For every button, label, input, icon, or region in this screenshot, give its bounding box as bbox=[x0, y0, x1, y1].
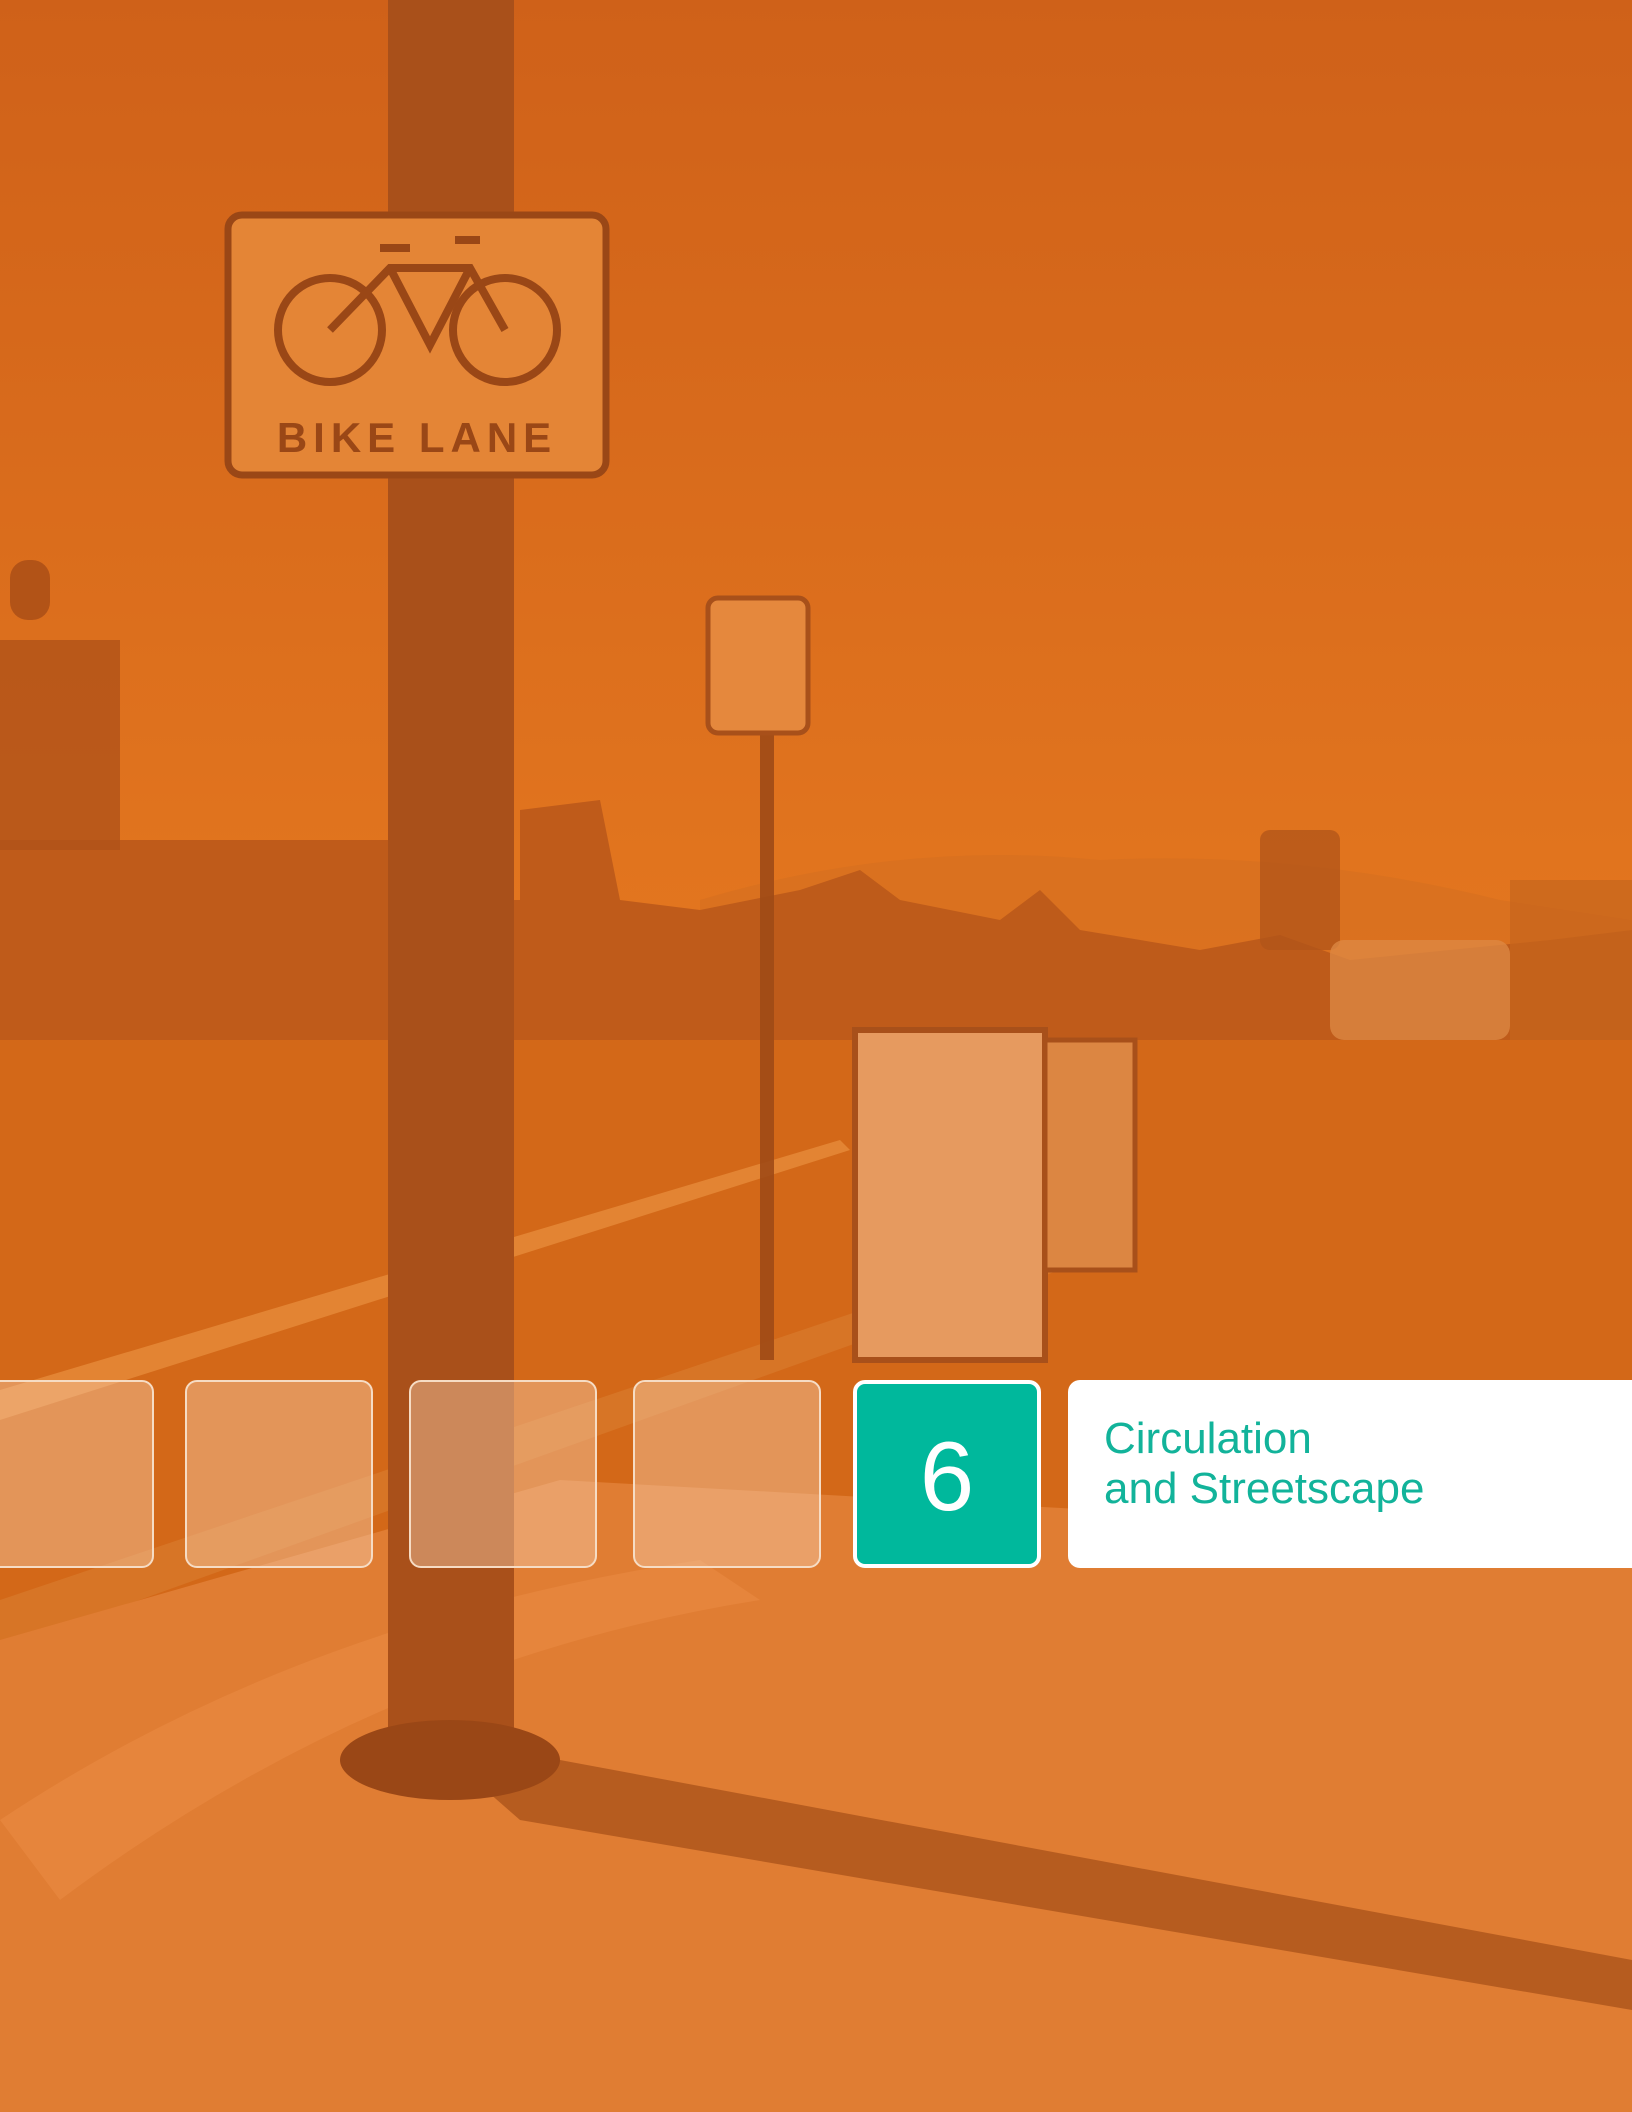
bike-lane-sign-text: BIKE LANE bbox=[277, 414, 557, 461]
chapter-tab-placeholder bbox=[185, 1380, 373, 1568]
chapter-title-line-2: and Streetscape bbox=[1104, 1464, 1425, 1513]
background-photo: BIKE LANE bbox=[0, 0, 1632, 2112]
chapter-number-tab: 6 bbox=[853, 1380, 1041, 1568]
chapter-title-box: Circulation and Streetscape bbox=[1068, 1380, 1632, 1568]
bus-shape bbox=[1330, 940, 1510, 1040]
chapter-number: 6 bbox=[919, 1421, 975, 1531]
chapter-tab-placeholder bbox=[409, 1380, 597, 1568]
chapter-tab-placeholder bbox=[0, 1380, 154, 1568]
roadside-sign-structure bbox=[0, 640, 120, 850]
chapter-cover-page: BIKE LANE 6 Circulation and Streetscape bbox=[0, 0, 1632, 2112]
chapter-title-line-1: Circulation bbox=[1104, 1414, 1312, 1463]
chapter-tab-placeholder bbox=[633, 1380, 821, 1568]
bike-lane-sign: BIKE LANE bbox=[224, 211, 610, 479]
